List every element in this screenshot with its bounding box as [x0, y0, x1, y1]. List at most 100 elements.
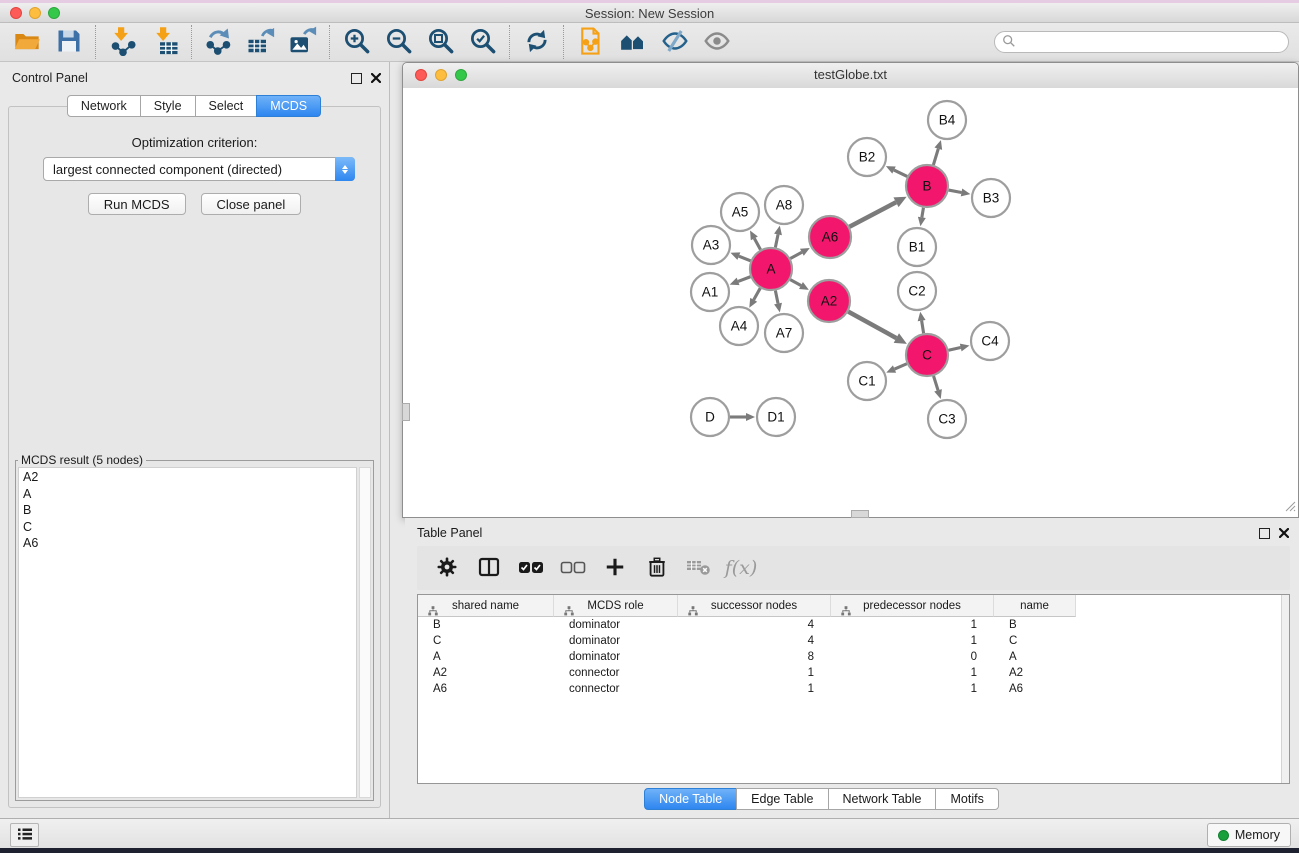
- resize-grip-icon[interactable]: [1282, 498, 1296, 515]
- open-file-button[interactable]: [6, 25, 48, 59]
- table-row[interactable]: A2connector11A2: [418, 665, 1289, 681]
- zoom-in-button[interactable]: [336, 25, 378, 59]
- new-network-from-selection-button[interactable]: [570, 25, 612, 59]
- deselect-all-button[interactable]: [559, 554, 587, 582]
- graph-edge-A-A7[interactable]: [775, 291, 778, 304]
- create-column-button[interactable]: [601, 554, 629, 582]
- close-panel-icon[interactable]: [371, 71, 381, 86]
- show-all-button[interactable]: [696, 25, 738, 59]
- list-icon: [17, 827, 33, 844]
- search-input[interactable]: [1016, 34, 1281, 50]
- graph-edge-B-B1[interactable]: [922, 208, 924, 218]
- export-table-button[interactable]: [240, 25, 282, 59]
- tab-node-table[interactable]: Node Table: [644, 788, 737, 810]
- graph-edge-arrowhead: [730, 278, 740, 285]
- close-panel-icon[interactable]: [1279, 526, 1289, 541]
- graph-edge-A-A1[interactable]: [738, 277, 750, 282]
- graph-node-label: B4: [939, 113, 956, 128]
- graph-node-label: B1: [909, 240, 926, 255]
- graph-edge-A-A6[interactable]: [790, 252, 802, 258]
- graph-edge-B-B2[interactable]: [894, 170, 907, 176]
- tab-network-table[interactable]: Network Table: [828, 788, 937, 810]
- column-header-shared-name[interactable]: shared name: [418, 595, 554, 617]
- toggle-panel-view-button[interactable]: [475, 554, 503, 582]
- column-header-predecessor-nodes[interactable]: predecessor nodes: [831, 595, 994, 617]
- first-neighbors-button[interactable]: [612, 25, 654, 59]
- column-header-mcds-role[interactable]: MCDS role: [554, 595, 678, 617]
- graph-node-label: B: [922, 179, 931, 194]
- column-header-successor-nodes[interactable]: successor nodes: [678, 595, 831, 617]
- cell-name: A: [994, 651, 1076, 663]
- zoom-out-button[interactable]: [378, 25, 420, 59]
- float-panel-icon[interactable]: [1259, 528, 1270, 539]
- graph-edge-C-C3[interactable]: [934, 376, 938, 390]
- table-row[interactable]: Cdominator41C: [418, 633, 1289, 649]
- delete-table-icon: [686, 557, 712, 580]
- memory-button[interactable]: Memory: [1207, 823, 1291, 847]
- graph-node-label: D: [705, 410, 715, 425]
- graph-edge-C-C2[interactable]: [922, 321, 924, 334]
- function-builder-button[interactable]: f(x): [727, 554, 755, 582]
- import-network-button[interactable]: [102, 25, 144, 59]
- main-toolbar: [0, 23, 1299, 62]
- run-mcds-button[interactable]: Run MCDS: [88, 193, 186, 215]
- graph-edge-A-A5[interactable]: [754, 238, 760, 249]
- graph-edge-B-B4[interactable]: [933, 149, 938, 165]
- memory-status-icon: [1218, 830, 1229, 841]
- splitter-grabber[interactable]: [402, 403, 410, 421]
- delete-table-button[interactable]: [685, 554, 713, 582]
- hierarchy-icon: [428, 606, 438, 616]
- export-network-button[interactable]: [198, 25, 240, 59]
- graph-edge-C-C1[interactable]: [895, 364, 907, 369]
- save-session-button[interactable]: [48, 25, 90, 59]
- zoom-fit-button[interactable]: [420, 25, 462, 59]
- task-history-button[interactable]: [10, 823, 39, 847]
- tab-network[interactable]: Network: [67, 95, 141, 117]
- select-all-button[interactable]: [517, 554, 545, 582]
- table-row[interactable]: A6connector11A6: [418, 681, 1289, 697]
- network-canvas[interactable]: B4B2BB3A8A5A6B1A3AA1C2A2A4A7C4CC1C3DD1: [403, 88, 1298, 517]
- unchecked-boxes-icon: [560, 559, 586, 578]
- cell-predecessor-nodes: 0: [831, 651, 994, 663]
- float-panel-icon[interactable]: [351, 73, 362, 84]
- graph-edge-A-A8[interactable]: [775, 234, 778, 247]
- mcds-result-item: A: [23, 486, 356, 503]
- graph-edge-C-C4[interactable]: [948, 348, 960, 351]
- apply-layout-button[interactable]: [516, 25, 558, 59]
- cell-shared-name: C: [418, 635, 554, 647]
- zoom-selected-button[interactable]: [462, 25, 504, 59]
- search-field[interactable]: [994, 31, 1289, 53]
- tab-motifs[interactable]: Motifs: [935, 788, 998, 810]
- mcds-result-list[interactable]: A2ABCA6: [18, 467, 357, 798]
- import-table-button[interactable]: [144, 25, 186, 59]
- table-row[interactable]: Adominator80A: [418, 649, 1289, 665]
- table-row[interactable]: Bdominator41B: [418, 617, 1289, 633]
- graph-edge-A6-B[interactable]: [849, 202, 896, 226]
- trash-icon: [646, 555, 668, 582]
- result-scrollbar[interactable]: [359, 467, 371, 798]
- table-scrollbar[interactable]: [1281, 595, 1289, 783]
- column-header-name[interactable]: name: [994, 595, 1076, 617]
- graph-edge-A-A4[interactable]: [754, 288, 761, 300]
- memory-label: Memory: [1235, 828, 1280, 842]
- table-settings-button[interactable]: [433, 554, 461, 582]
- graph-edge-B-B3[interactable]: [949, 190, 962, 192]
- tab-mcds[interactable]: MCDS: [256, 95, 321, 117]
- graph-edge-A-A3[interactable]: [739, 256, 751, 261]
- cell-name: A2: [994, 667, 1076, 679]
- export-image-button[interactable]: [282, 25, 324, 59]
- close-panel-button[interactable]: Close panel: [201, 193, 302, 215]
- control-panel-tabs: NetworkStyleSelectMCDS: [0, 95, 389, 117]
- hide-selected-button[interactable]: [654, 25, 696, 59]
- hierarchy-icon: [841, 606, 851, 616]
- zoom-fit-icon: [426, 26, 456, 59]
- graph-edge-A2-C[interactable]: [848, 312, 896, 338]
- criterion-dropdown[interactable]: largest connected component (directed): [43, 157, 355, 181]
- delete-column-button[interactable]: [643, 554, 671, 582]
- tab-edge-table[interactable]: Edge Table: [736, 788, 828, 810]
- network-window-titlebar[interactable]: testGlobe.txt: [403, 63, 1298, 89]
- tab-style[interactable]: Style: [140, 95, 196, 117]
- graph-edge-A-A2[interactable]: [790, 280, 801, 286]
- tab-select[interactable]: Select: [195, 95, 258, 117]
- splitter-grabber[interactable]: [851, 510, 869, 518]
